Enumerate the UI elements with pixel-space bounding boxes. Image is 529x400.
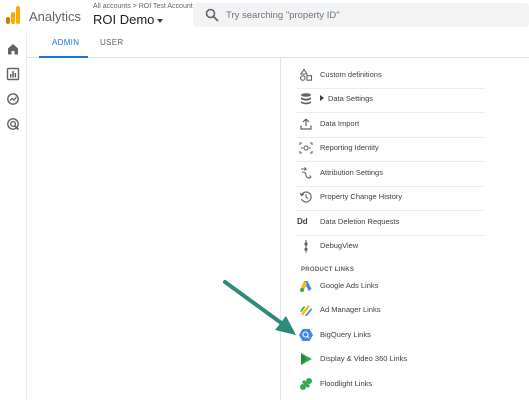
menu-item-label: Reporting Identity <box>320 143 379 152</box>
menu-item-label: Custom definitions <box>320 70 382 79</box>
property-settings-column: Custom definitions Data Settings Data Im… <box>280 58 529 400</box>
menu-item-data-deletion-requests[interactable]: Dd Data Deletion Requests <box>295 210 485 234</box>
property-name: ROI Demo <box>93 12 155 27</box>
menu-item-google-ads-links[interactable]: Google Ads Links <box>295 274 485 298</box>
top-bar: Analytics All accounts > ROI Test Accoun… <box>0 0 529 32</box>
menu-item-label: Data Settings <box>320 94 373 103</box>
data-settings-label: Data Settings <box>328 94 374 103</box>
menu-item-bigquery-links[interactable]: BigQuery Links <box>295 323 485 347</box>
dd-icon: Dd <box>297 217 308 226</box>
debug-icon <box>304 240 308 253</box>
menu-item-floodlight-links[interactable]: Floodlight Links <box>295 372 485 396</box>
search-input[interactable] <box>226 7 506 23</box>
menu-item-label: Floodlight Links <box>320 379 373 388</box>
menu-item-ad-manager-links[interactable]: Ad Manager Links <box>295 298 485 322</box>
search-bar[interactable] <box>193 3 529 27</box>
tab-admin[interactable]: ADMIN <box>52 38 79 47</box>
advertising-icon[interactable] <box>6 117 20 131</box>
attribution-icon <box>301 167 312 179</box>
menu-item-label: BigQuery Links <box>320 330 371 339</box>
upload-icon <box>300 118 312 130</box>
active-tab-indicator <box>39 56 88 58</box>
expand-arrow-icon[interactable] <box>320 95 324 101</box>
menu-item-label: DebugView <box>320 241 359 250</box>
analytics-logo-icon[interactable] <box>6 6 20 24</box>
menu-item-label: Google Ads Links <box>320 281 379 290</box>
menu-item-data-import[interactable]: Data Import <box>295 112 485 136</box>
display-video-360-icon <box>301 353 312 365</box>
history-icon <box>299 191 312 203</box>
caret-down-icon <box>157 18 164 23</box>
menu-item-label: Display & Video 360 Links <box>320 354 407 363</box>
floodlight-icon <box>300 378 312 390</box>
menu-item-property-change-history[interactable]: Property Change History <box>295 185 485 209</box>
reports-icon[interactable] <box>6 67 20 81</box>
menu-item-label: Property Change History <box>320 192 403 201</box>
database-icon <box>301 93 311 105</box>
menu-item-label: Attribution Settings <box>320 168 383 177</box>
menu-item-debugview[interactable]: DebugView <box>295 234 485 258</box>
home-icon[interactable] <box>6 42 20 56</box>
menu-item-data-settings[interactable]: Data Settings <box>295 87 485 111</box>
shapes-icon <box>299 68 313 81</box>
app-title: Analytics <box>29 9 82 24</box>
breadcrumb[interactable]: All accounts > ROI Test Account <box>93 3 193 10</box>
search-icon <box>205 8 219 22</box>
menu-item-attribution-settings[interactable]: Attribution Settings <box>295 161 485 185</box>
identity-icon <box>299 142 313 154</box>
menu-item-display-video-360-links[interactable]: Display & Video 360 Links <box>295 347 485 371</box>
menu-item-label: Data Import <box>320 119 360 128</box>
product-links-heading: PRODUCT LINKS <box>301 267 355 273</box>
menu-item-label: Ad Manager Links <box>320 305 381 314</box>
left-nav-rail <box>0 32 27 400</box>
annotation-arrow-icon <box>223 280 296 335</box>
menu-item-label: Data Deletion Requests <box>320 217 400 226</box>
admin-tabs: ADMIN USER <box>27 32 529 58</box>
property-selector[interactable]: ROI Demo <box>93 12 164 27</box>
menu-item-custom-definitions[interactable]: Custom definitions <box>295 63 485 87</box>
explore-icon[interactable] <box>6 92 20 106</box>
tab-user[interactable]: USER <box>100 38 123 47</box>
menu-item-reporting-identity[interactable]: Reporting Identity <box>295 136 485 160</box>
